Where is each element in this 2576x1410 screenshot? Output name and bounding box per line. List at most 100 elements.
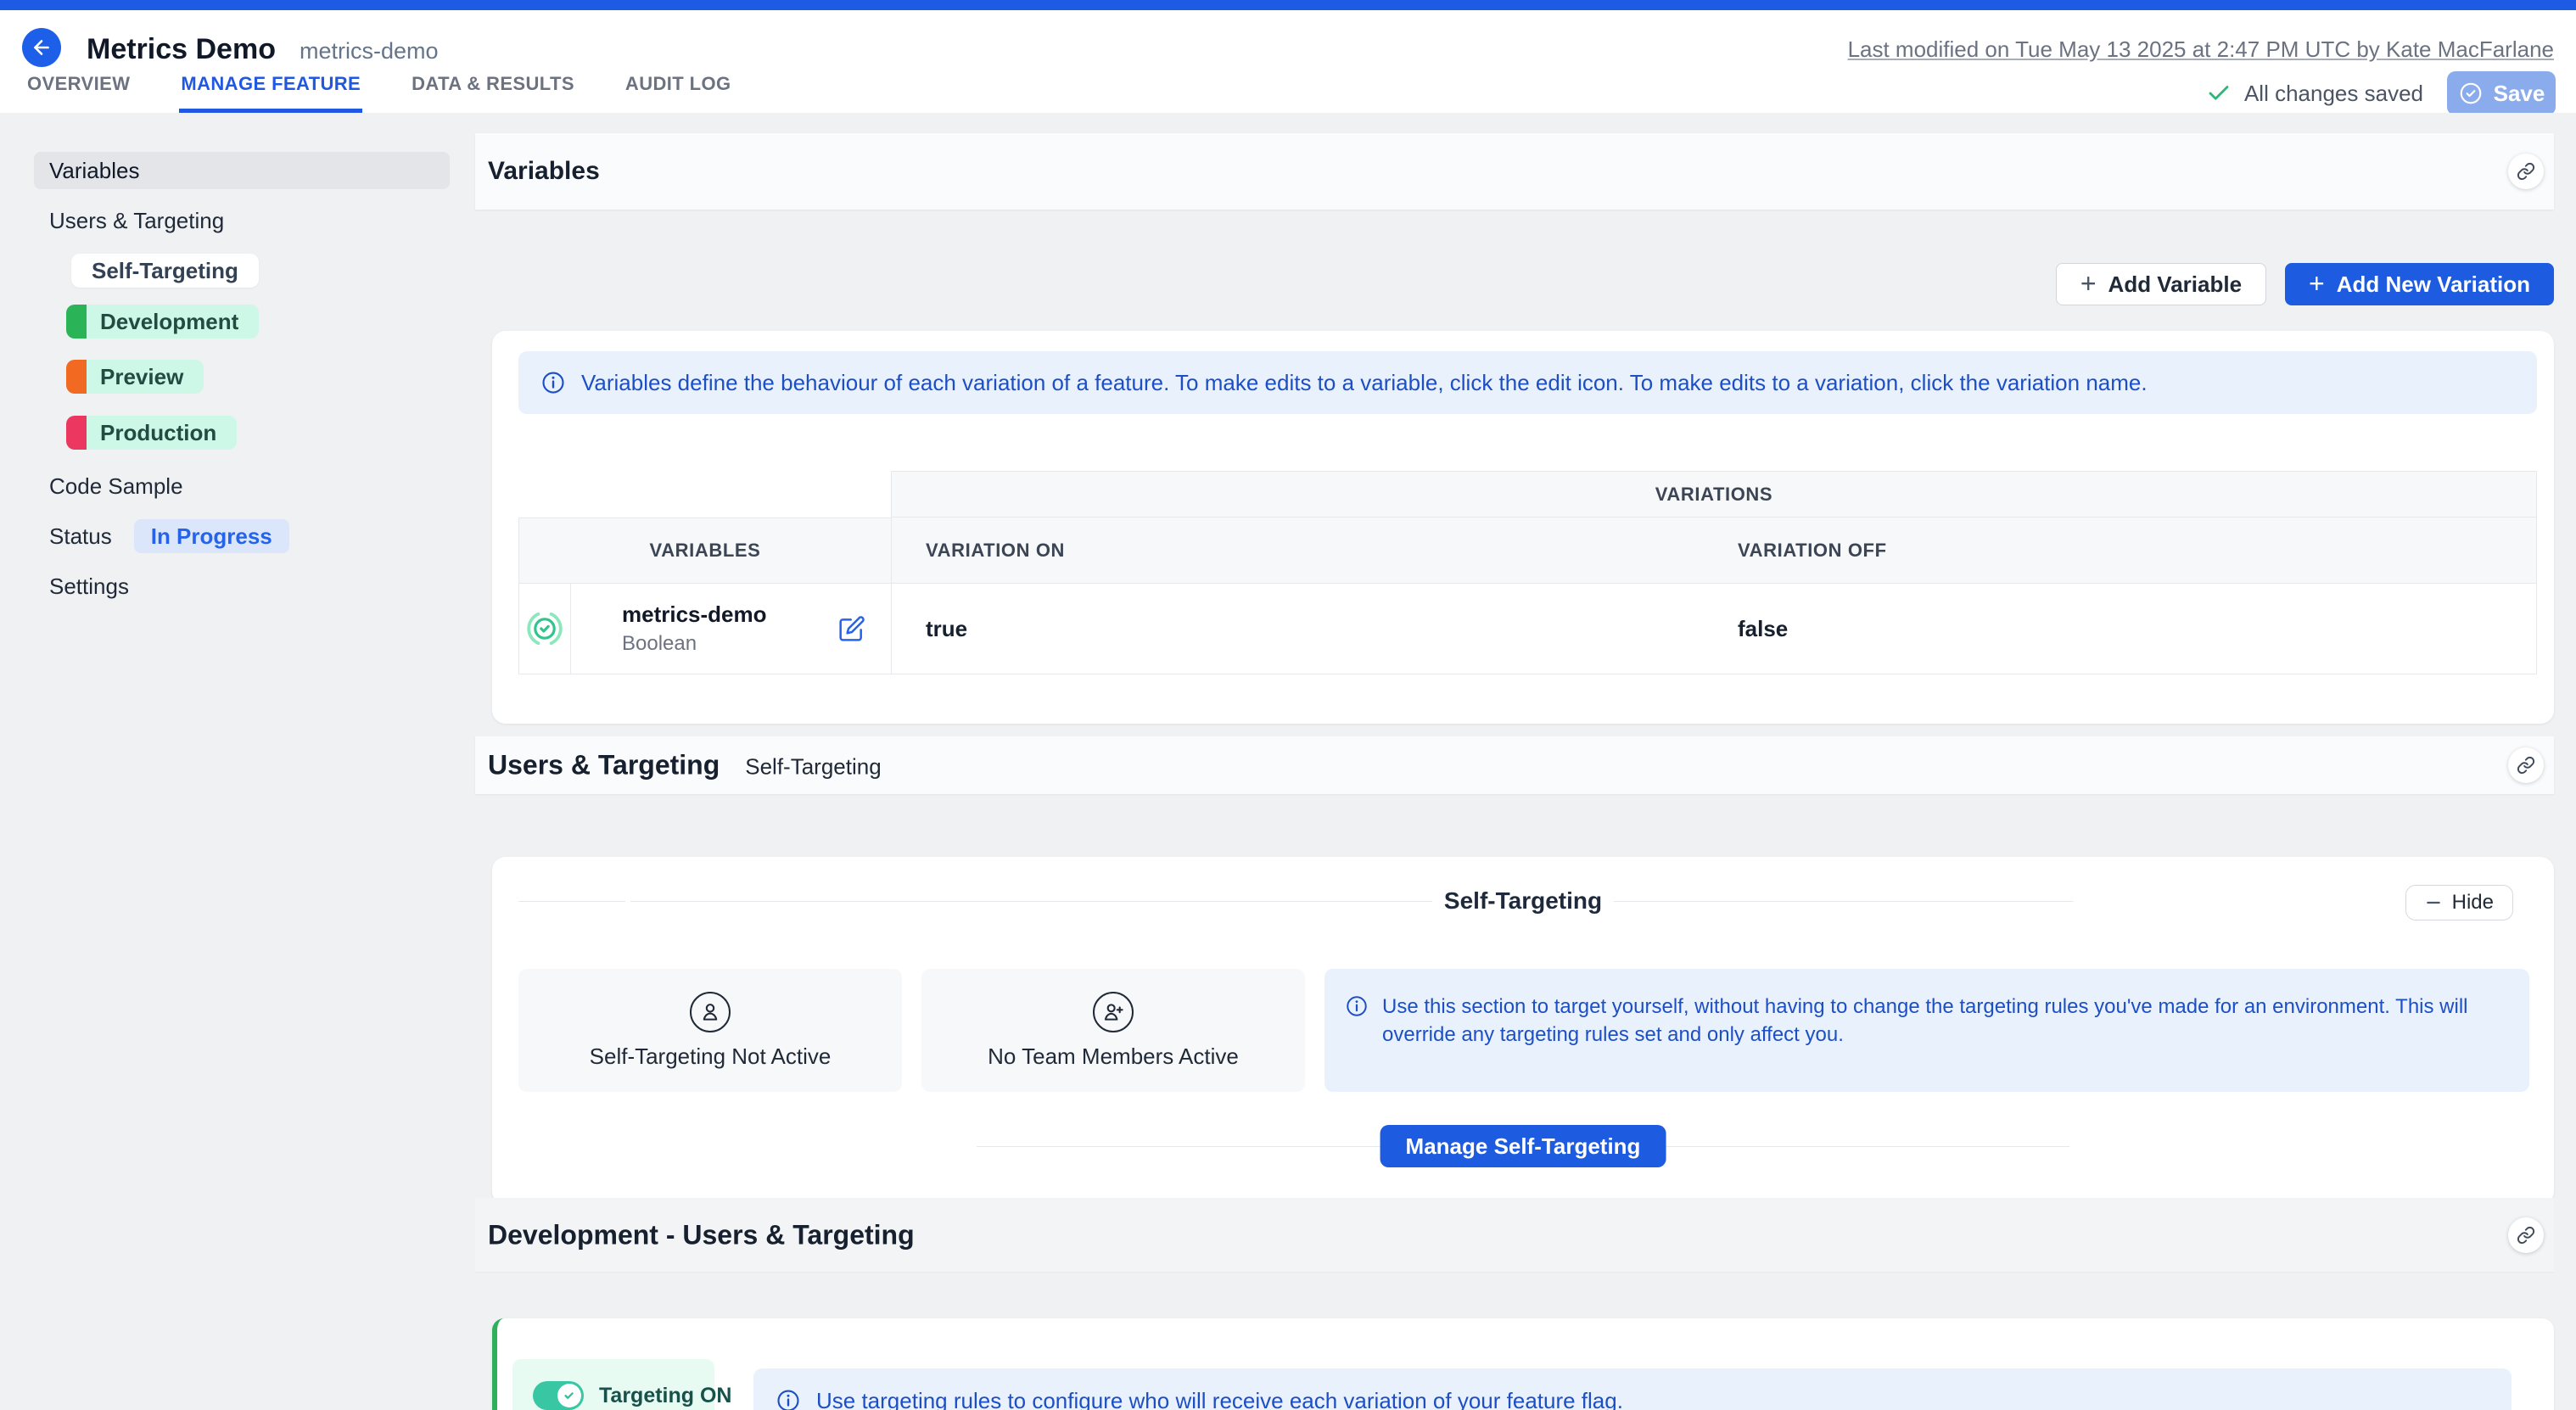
save-status-text: All changes saved [2244,81,2423,107]
link-icon [2517,1226,2535,1245]
sidebar-item-users-targeting[interactable]: Users & Targeting [34,208,450,233]
variations-group-header: VARIATIONS [891,471,2537,518]
variable-type-icon-cell [518,584,571,674]
variation-on-value-cell[interactable]: true [891,584,1714,674]
sidebar: Variables Users & Targeting Self-Targeti… [0,113,475,599]
divider [518,901,625,902]
preview-label: Preview [100,364,183,390]
section-header-variables: Variables [475,133,2554,210]
arrow-left-icon [31,36,53,59]
production-color-swatch [66,416,87,450]
variables-banner-text: Variables define the behaviour of each v… [581,370,2148,396]
link-icon [2517,756,2535,775]
add-variable-label: Add Variable [2108,271,2243,298]
status-badge: In Progress [134,519,289,553]
divider [1594,901,2073,902]
self-targeting-info-banner: Use this section to target yourself, wit… [1324,969,2529,1092]
variation-off-value-cell[interactable]: false [1714,584,2537,674]
manage-self-targeting-button[interactable]: Manage Self-Targeting [1380,1125,1666,1167]
variable-name-cell: metrics-demo Boolean [571,584,891,674]
column-header-variables: VARIABLES [518,518,891,584]
add-variable-button[interactable]: + Add Variable [2056,263,2266,305]
development-banner-text: Use targeting rules to configure who wil… [816,1388,1623,1410]
development-label: Development [100,309,238,335]
variables-table: VARIATIONS VARIABLES VARIATION ON VARIAT… [518,471,2537,674]
boolean-variable-icon [524,608,565,649]
info-icon [776,1388,801,1410]
section-header-development: Development - Users & Targeting [475,1198,2554,1273]
development-section-title: Development - Users & Targeting [488,1219,915,1251]
preview-color-swatch [66,360,87,394]
column-header-variation-off: VARIATION OFF [1714,518,2537,584]
section-header-users-targeting: Users & Targeting Self-Targeting [475,736,2554,794]
add-new-variation-button[interactable]: + Add New Variation [2285,263,2554,305]
info-icon [540,370,566,395]
targeting-status-label: Targeting ON [599,1384,731,1408]
sidebar-status-label[interactable]: Status [34,523,112,550]
last-modified-link[interactable]: Last modified on Tue May 13 2025 at 2:47… [1848,36,2554,63]
back-button[interactable] [22,28,61,67]
variables-section-title: Variables [488,157,600,186]
sidebar-item-development[interactable]: Development [66,305,259,339]
column-header-variation-on: VARIATION ON [891,518,1714,584]
development-info-banner: Use targeting rules to configure who wil… [753,1368,2512,1410]
tab-audit-log[interactable]: AUDIT LOG [624,73,733,113]
divider [630,901,1434,902]
edit-icon [838,615,865,642]
plus-icon: + [2080,270,2097,297]
plus-icon: + [2309,270,2325,297]
variation-on-value: true [926,616,967,642]
hide-label: Hide [2452,891,2494,915]
self-status-label: Self-Targeting Not Active [590,1044,832,1070]
sidebar-item-code-sample[interactable]: Code Sample [34,473,450,499]
tab-manage-feature[interactable]: MANAGE FEATURE [179,73,362,113]
sidebar-item-preview[interactable]: Preview [66,360,204,394]
toggle-knob [557,1384,581,1407]
user-icon [690,992,731,1032]
sidebar-status-row: Status In Progress [34,519,450,553]
main-content: Variables + Add Variable + Add New Varia… [475,113,2576,1410]
self-targeting-panel-title: Self-Targeting [1432,887,1614,915]
targeting-toggle[interactable] [533,1381,584,1410]
hide-button[interactable]: Hide [2405,885,2513,920]
tab-data-results[interactable]: DATA & RESULTS [410,73,576,113]
variables-info-banner: Variables define the behaviour of each v… [518,351,2537,414]
sidebar-item-settings[interactable]: Settings [34,574,450,599]
save-area: All changes saved Save [2206,71,2556,115]
team-status-card: No Team Members Active [921,969,1305,1092]
variables-card: Variables define the behaviour of each v… [492,331,2554,724]
copy-link-button-development[interactable] [2508,1217,2544,1253]
self-status-card: Self-Targeting Not Active [518,969,902,1092]
page-body: Variables Users & Targeting Self-Targeti… [0,113,2576,1410]
copy-link-button-variables[interactable] [2508,154,2544,189]
team-status-label: No Team Members Active [988,1044,1239,1070]
table-corner-cell [518,471,891,518]
link-icon [2517,162,2535,181]
self-targeting-status-row: Self-Targeting Not Active No Team Member… [518,969,2529,1092]
self-targeting-banner-text: Use this section to target yourself, wit… [1382,993,2511,1049]
self-targeting-card: Self-Targeting Hide Self-Targeting Not A… [492,857,2554,1205]
users-targeting-title: Users & Targeting [488,750,720,781]
production-label: Production [100,420,216,446]
save-button-label: Save [2494,81,2545,107]
targeting-status-box: Targeting ON [512,1359,714,1410]
tab-bar: OVERVIEW MANAGE FEATURE DATA & RESULTS A… [25,73,733,113]
users-targeting-subtitle: Self-Targeting [745,754,881,781]
variables-actions: + Add Variable + Add New Variation [2056,263,2554,305]
save-button[interactable]: Save [2447,71,2556,115]
tab-overview[interactable]: OVERVIEW [25,73,132,113]
circle-check-icon [2458,81,2484,106]
info-icon [1345,994,1369,1018]
check-icon [563,1389,576,1402]
development-title-row: Development - Users & Targeting [488,1219,915,1251]
sidebar-item-self-targeting[interactable]: Self-Targeting [71,254,259,288]
sidebar-item-production[interactable]: Production [66,416,237,450]
development-color-swatch [66,305,87,339]
save-status: All changes saved [2206,81,2423,107]
sidebar-item-variables[interactable]: Variables [34,152,450,189]
feature-title-group: Metrics Demo metrics-demo [87,33,439,66]
copy-link-button-users-targeting[interactable] [2508,747,2544,783]
users-targeting-title-row: Users & Targeting Self-Targeting [488,750,882,781]
edit-variable-button[interactable] [838,615,865,642]
header: Metrics Demo metrics-demo Last modified … [0,10,2576,113]
